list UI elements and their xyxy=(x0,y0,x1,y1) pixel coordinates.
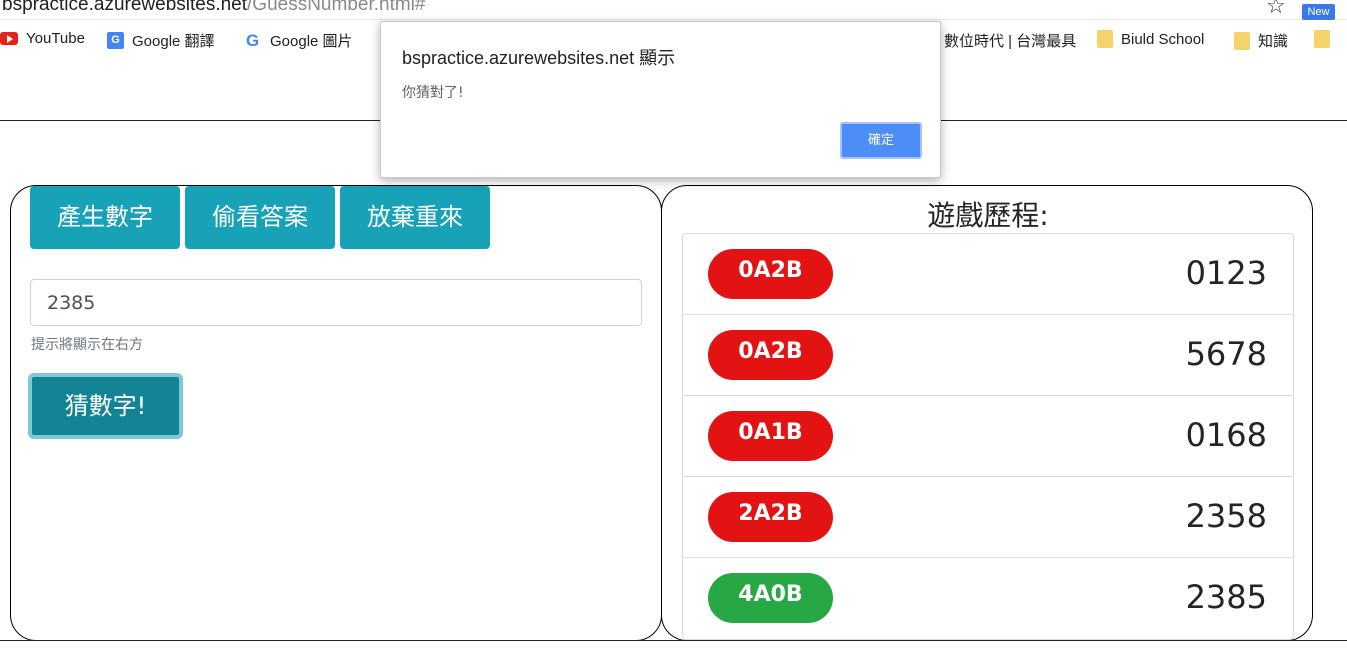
bookmark-youtube[interactable]: YouTube xyxy=(0,30,85,47)
guess-value: 5678 xyxy=(1185,335,1267,373)
url-host: bspractice.azurewebsites.net xyxy=(2,0,248,15)
guess-value: 2358 xyxy=(1185,497,1267,535)
restart-button[interactable]: 放棄重來 xyxy=(340,186,490,249)
bookmark-label: Google 翻譯 xyxy=(132,33,215,50)
history-item: 0A2B 0123 xyxy=(683,234,1293,315)
history-item: 0A2B 5678 xyxy=(683,315,1293,396)
bookmark-label: 數位時代 | 台灣最具 xyxy=(944,33,1077,50)
generate-number-button[interactable]: 產生數字 xyxy=(30,186,180,249)
control-panel: 產生數字 偷看答案 放棄重來 提示將顯示在右方 猜數字! xyxy=(10,185,662,641)
guess-input[interactable] xyxy=(30,279,642,326)
guess-button[interactable]: 猜數字! xyxy=(28,373,183,439)
dialog-message: 你猜對了! xyxy=(402,85,464,101)
google-translate-icon: G xyxy=(107,32,124,49)
history-panel: 遊戲歷程: 0A2B 0123 0A2B 5678 0A1B 0168 2A2B… xyxy=(661,185,1313,641)
peek-answer-button[interactable]: 偷看答案 xyxy=(185,186,335,249)
result-badge: 0A2B xyxy=(708,249,833,299)
dialog-title: bspractice.azurewebsites.net 顯示 xyxy=(402,48,676,68)
bookmark-knowledge[interactable]: 知識 xyxy=(1234,30,1288,51)
history-list: 0A2B 0123 0A2B 5678 0A1B 0168 2A2B 2358 … xyxy=(682,233,1294,640)
divider xyxy=(0,640,1347,641)
bookmark-label: YouTube xyxy=(26,30,85,47)
history-item: 0A1B 0168 xyxy=(683,396,1293,477)
bookmark-label: Biuld School xyxy=(1121,30,1205,48)
guess-value: 2385 xyxy=(1185,578,1267,616)
guess-value: 0168 xyxy=(1185,416,1267,454)
history-item: 2A2B 2358 xyxy=(683,477,1293,558)
bookmark-google-images[interactable]: G Google 圖片 xyxy=(246,30,353,51)
alert-dialog: bspractice.azurewebsites.net 顯示 你猜對了! 確定 xyxy=(380,21,941,178)
google-icon: G xyxy=(246,30,260,50)
result-badge: 0A2B xyxy=(708,330,833,380)
new-badge[interactable]: New xyxy=(1302,4,1335,20)
result-badge: 4A0B xyxy=(708,573,833,623)
url-path: /GuessNumber.html# xyxy=(247,0,426,15)
bookmark-google-translate[interactable]: G Google 翻譯 xyxy=(107,30,215,51)
result-badge: 0A1B xyxy=(708,411,833,461)
folder-icon xyxy=(1234,31,1250,50)
url-text[interactable]: bspractice.azurewebsites.net/GuessNumber… xyxy=(2,0,425,16)
guess-value: 0123 xyxy=(1185,254,1267,292)
youtube-icon xyxy=(0,32,18,45)
hint-text: 提示將顯示在右方 xyxy=(31,337,143,353)
bookmark-label: 知識 xyxy=(1258,33,1289,50)
folder-icon xyxy=(1097,30,1113,48)
folder-icon xyxy=(1314,30,1330,48)
bookmark-overflow[interactable] xyxy=(1314,30,1330,48)
bookmark-build-school[interactable]: Biuld School xyxy=(1097,30,1204,48)
result-badge: 2A2B xyxy=(708,492,833,542)
ok-button[interactable]: 確定 xyxy=(840,122,922,159)
star-icon[interactable]: ☆ xyxy=(1266,0,1286,19)
bookmark-digital-times[interactable]: 數位時代 | 台灣最具 xyxy=(944,30,1076,51)
bookmark-label: Google 圖片 xyxy=(270,33,353,50)
address-bar[interactable]: bspractice.azurewebsites.net/GuessNumber… xyxy=(0,0,1347,20)
history-title: 遊戲歷程: xyxy=(927,199,1049,232)
history-item: 4A0B 2385 xyxy=(683,558,1293,639)
